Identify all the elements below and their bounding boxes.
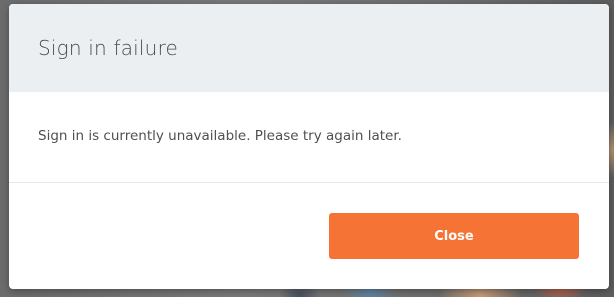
dialog-footer: Close [9,183,609,289]
dialog-body: Sign in is currently unavailable. Please… [9,92,609,183]
sign-in-failure-dialog: Sign in failure Sign in is currently una… [9,4,609,289]
close-button[interactable]: Close [329,213,579,259]
dialog-message: Sign in is currently unavailable. Please… [38,128,402,144]
dialog-title: Sign in failure [38,36,179,60]
dialog-header: Sign in failure [9,4,609,92]
